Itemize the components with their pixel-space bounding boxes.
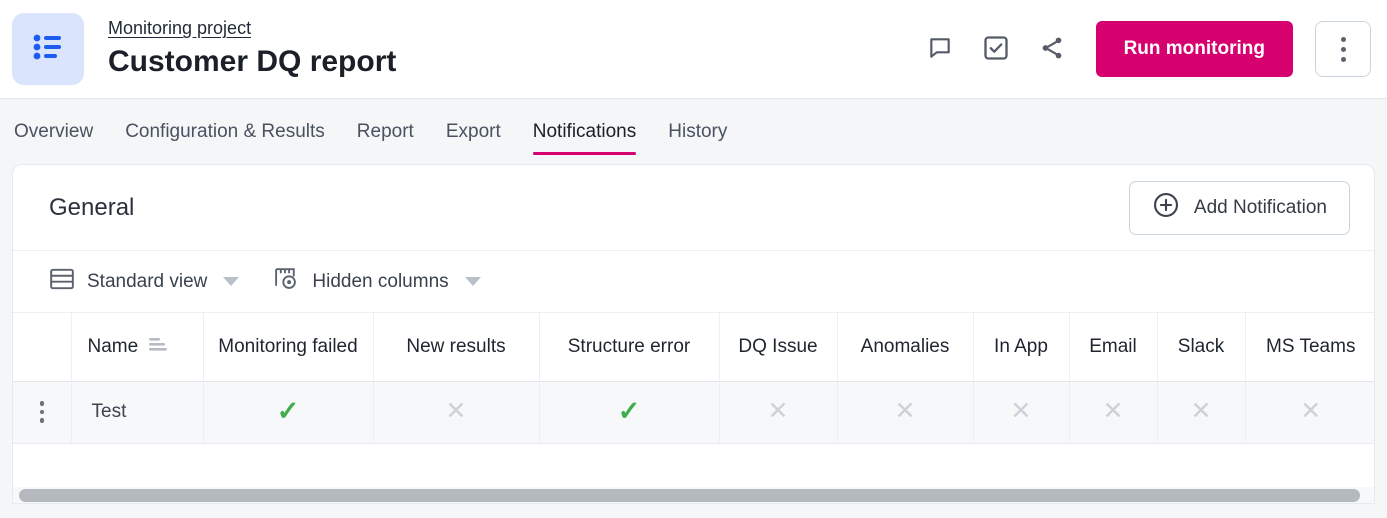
hidden-columns-dropdown[interactable]: Hidden columns <box>273 266 480 297</box>
sort-icon[interactable] <box>148 336 168 358</box>
row-more-options-icon[interactable] <box>21 401 63 423</box>
cross-icon: ✕ <box>768 397 789 425</box>
header-row-menu-spacer <box>13 313 71 381</box>
task-checkbox-button[interactable] <box>968 21 1024 77</box>
table-view-icon <box>49 267 75 297</box>
tab-notifications[interactable]: Notifications <box>517 99 653 164</box>
header-ms-teams[interactable]: MS Teams <box>1245 313 1374 381</box>
check-icon: ✓ <box>277 396 300 426</box>
share-icon <box>1039 35 1065 64</box>
horizontal-scrollbar[interactable] <box>13 487 1374 503</box>
standard-view-dropdown[interactable]: Standard view <box>49 267 239 297</box>
standard-view-label: Standard view <box>87 271 207 293</box>
checkbox-icon <box>982 34 1010 65</box>
app-icon-tile <box>12 13 84 85</box>
cell-dq-issue[interactable]: ✕ <box>719 381 837 443</box>
header-name[interactable]: Name <box>71 313 203 381</box>
header-slack[interactable]: Slack <box>1157 313 1245 381</box>
cross-icon: ✕ <box>895 397 916 425</box>
cell-ms-teams[interactable]: ✕ <box>1245 381 1374 443</box>
cell-structure-error[interactable]: ✓ <box>539 381 719 443</box>
dot <box>40 401 45 406</box>
header-more-options-button[interactable] <box>1315 21 1371 77</box>
cell-email[interactable]: ✕ <box>1069 381 1157 443</box>
cell-monitoring-failed[interactable]: ✓ <box>203 381 373 443</box>
dot <box>40 410 45 415</box>
table-row[interactable]: Test ✓ ✕ ✓ ✕ ✕ ✕ ✕ ✕ ✕ <box>13 381 1374 443</box>
header-email[interactable]: Email <box>1069 313 1157 381</box>
cell-in-app[interactable]: ✕ <box>973 381 1069 443</box>
cell-new-results[interactable]: ✕ <box>373 381 539 443</box>
run-monitoring-button[interactable]: Run monitoring <box>1096 21 1293 77</box>
header-new-results[interactable]: New results <box>373 313 539 381</box>
table-toolbar: Standard view Hidden columns <box>13 251 1374 313</box>
header-monitoring-failed[interactable]: Monitoring failed <box>203 313 373 381</box>
list-bullet-icon <box>33 34 63 65</box>
cell-anomalies[interactable]: ✕ <box>837 381 973 443</box>
header-name-label: Name <box>88 336 139 358</box>
chevron-down-icon <box>223 277 239 286</box>
title-block: Monitoring project Customer DQ report <box>108 17 912 81</box>
header-dq-issue[interactable]: DQ Issue <box>719 313 837 381</box>
plus-circle-icon <box>1152 191 1180 225</box>
card-header: General Add Notification <box>13 165 1374 251</box>
page-header: Monitoring project Customer DQ report <box>0 0 1387 99</box>
chevron-down-icon <box>465 277 481 286</box>
cross-icon: ✕ <box>1300 397 1321 425</box>
dot <box>1341 47 1346 52</box>
check-icon: ✓ <box>618 396 641 426</box>
cross-icon: ✕ <box>1191 397 1212 425</box>
table-scroll-area: Name Monitoring failed New results <box>13 313 1374 503</box>
cross-icon: ✕ <box>1103 397 1124 425</box>
hidden-columns-eye-icon <box>273 266 300 297</box>
page-title: Customer DQ report <box>108 43 912 81</box>
dot <box>1341 57 1346 62</box>
share-button[interactable] <box>1024 21 1080 77</box>
add-notification-label: Add Notification <box>1194 197 1327 219</box>
tab-history[interactable]: History <box>652 99 743 164</box>
comment-button[interactable] <box>912 21 968 77</box>
breadcrumb[interactable]: Monitoring project <box>108 17 251 39</box>
tab-overview[interactable]: Overview <box>14 99 109 164</box>
hidden-columns-label: Hidden columns <box>312 271 448 293</box>
tab-export[interactable]: Export <box>430 99 517 164</box>
more-options-icon <box>1341 37 1346 62</box>
tab-bar: Overview Configuration & Results Report … <box>0 99 1387 164</box>
notifications-card: General Add Notification Standard view <box>12 164 1375 504</box>
section-title: General <box>49 194 1129 222</box>
header-anomalies[interactable]: Anomalies <box>837 313 973 381</box>
tab-report[interactable]: Report <box>341 99 430 164</box>
header-in-app[interactable]: In App <box>973 313 1069 381</box>
comment-icon <box>927 35 953 64</box>
table-header-row: Name Monitoring failed New results <box>13 313 1374 381</box>
tab-configuration-results[interactable]: Configuration & Results <box>109 99 341 164</box>
horizontal-scrollbar-thumb[interactable] <box>19 489 1360 502</box>
cell-slack[interactable]: ✕ <box>1157 381 1245 443</box>
cell-name: Test <box>71 381 203 443</box>
notifications-table: Name Monitoring failed New results <box>13 313 1374 444</box>
cross-icon: ✕ <box>446 397 467 425</box>
add-notification-button[interactable]: Add Notification <box>1129 181 1350 235</box>
header-actions: Run monitoring <box>912 21 1371 77</box>
cross-icon: ✕ <box>1011 397 1032 425</box>
row-menu-cell <box>13 381 71 443</box>
header-structure-error[interactable]: Structure error <box>539 313 719 381</box>
dot <box>40 418 45 423</box>
dot <box>1341 37 1346 42</box>
